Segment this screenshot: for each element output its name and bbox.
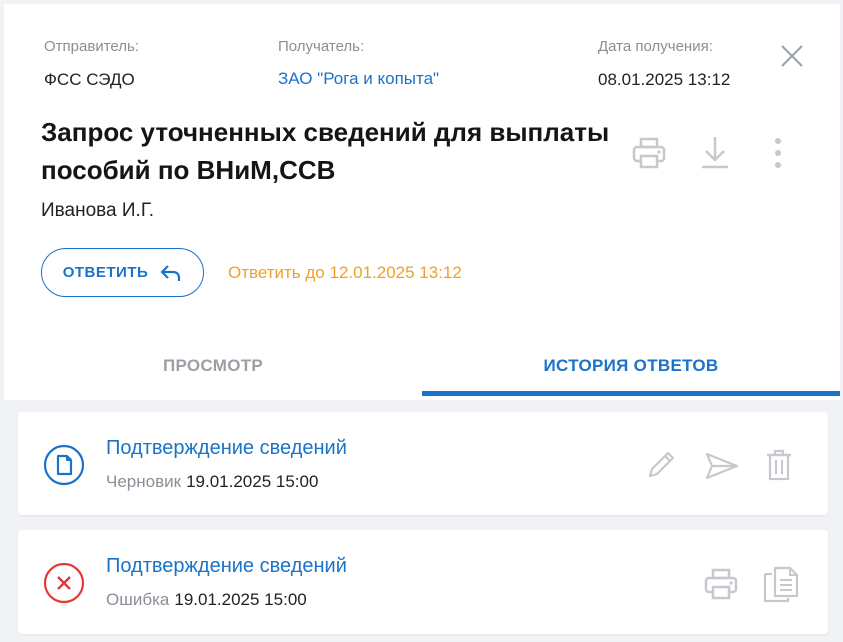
print-button[interactable] — [630, 134, 668, 172]
response-card: Подтверждение сведений Ошибка 19.01.2025 … — [18, 530, 828, 634]
sender-label: Отправитель: — [44, 38, 139, 55]
tab-response-history[interactable]: ИСТОРИЯ ОТВЕТОВ — [422, 340, 840, 396]
reply-deadline: Ответить до 12.01.2025 13:12 — [228, 263, 462, 282]
tab-view-label: ПРОСМОТР — [162, 356, 264, 375]
reply-button[interactable]: ОТВЕТИТЬ — [41, 248, 204, 297]
response-date: 19.01.2025 15:00 — [174, 590, 307, 609]
document-author: Иванова И.Г. — [41, 200, 155, 221]
tab-view[interactable]: ПРОСМОТР — [4, 340, 422, 396]
response-date: 19.01.2025 15:00 — [186, 472, 319, 491]
delete-button[interactable] — [764, 447, 794, 483]
more-vertical-icon — [775, 138, 781, 168]
close-icon — [781, 45, 803, 67]
trash-icon — [767, 449, 791, 481]
response-status: Ошибка — [106, 590, 170, 609]
response-card: Подтверждение сведений Черновик 19.01.202… — [18, 412, 828, 515]
download-button[interactable] — [697, 133, 733, 173]
send-button[interactable] — [704, 450, 740, 482]
sender-value: ФСС СЭДО — [44, 70, 135, 89]
document-title: Запрос уточненных сведений для выплаты п… — [41, 117, 610, 185]
reply-button-label: ОТВЕТИТЬ — [62, 264, 149, 281]
download-icon — [702, 137, 728, 169]
date-value: 08.01.2025 13:12 — [598, 70, 731, 89]
print-button[interactable] — [702, 565, 740, 603]
send-icon — [705, 452, 739, 480]
edit-button[interactable] — [644, 448, 678, 482]
more-options-button[interactable] — [768, 134, 788, 172]
reply-icon — [160, 264, 181, 281]
response-title-link[interactable]: Подтверждение сведений — [106, 555, 347, 578]
print-icon — [704, 568, 738, 600]
response-status: Черновик — [106, 472, 182, 491]
close-button[interactable] — [778, 42, 806, 70]
pencil-icon — [648, 451, 675, 478]
response-meta: Черновик 19.01.2025 15:00 — [106, 472, 318, 492]
tab-response-history-label: ИСТОРИЯ ОТВЕТОВ — [543, 356, 719, 375]
response-title-link[interactable]: Подтверждение сведений — [106, 437, 347, 460]
copy-document-icon — [763, 566, 799, 603]
error-icon — [43, 562, 85, 604]
print-icon — [632, 137, 666, 169]
response-meta: Ошибка 19.01.2025 15:00 — [106, 590, 307, 610]
copy-document-button[interactable] — [760, 564, 800, 604]
recipient-link[interactable]: ЗАО "Рога и копыта" — [278, 69, 439, 89]
document-icon — [43, 444, 85, 486]
date-label: Дата получения: — [598, 38, 713, 55]
recipient-label: Получатель: — [278, 38, 365, 55]
